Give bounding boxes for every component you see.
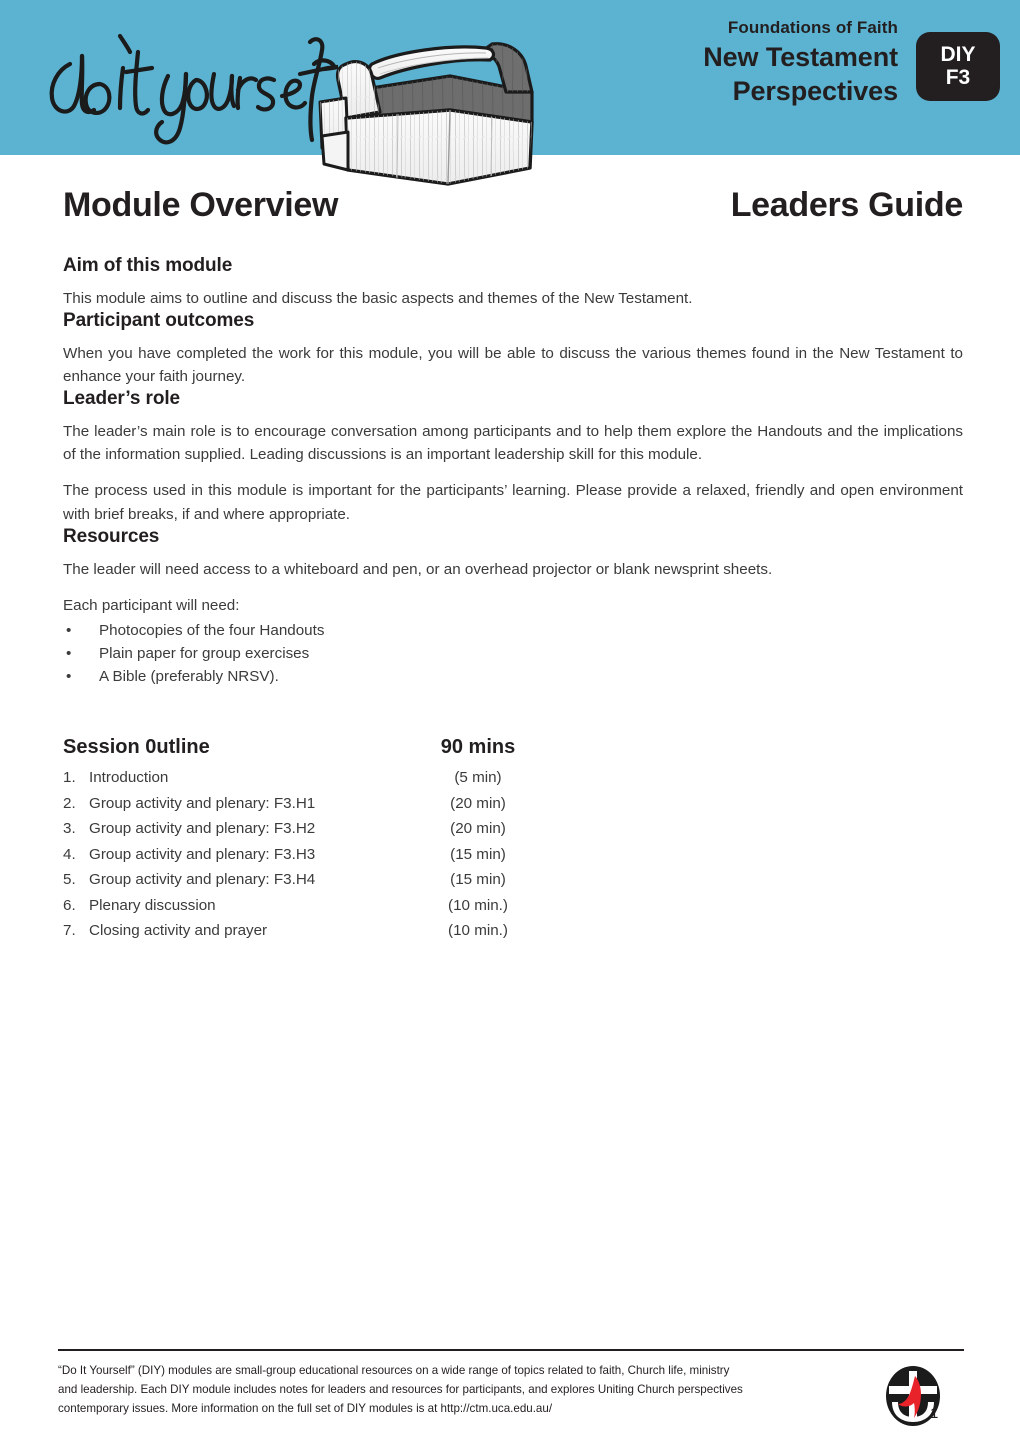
row-number: 2. — [63, 794, 76, 812]
header-title-line2: Perspectives — [732, 76, 899, 107]
page-number: 1 — [930, 1405, 939, 1422]
row-label: Group activity and plenary: F3.H2 — [89, 820, 316, 838]
page-title: Module Overview — [63, 186, 339, 224]
resources-paragraph: The leader will need access to a whitebo… — [63, 560, 773, 578]
session-outline-row: 3. Group activity and plenary: F3.H2 (20… — [63, 820, 963, 837]
session-total-duration: 90 mins — [440, 736, 516, 759]
row-duration: (10 min.) — [448, 896, 508, 914]
leader-role-paragraph-1: The leader’s main role is to encourage c… — [63, 423, 963, 464]
resources-list-intro: Each participant will need: — [63, 596, 240, 614]
row-number: 3. — [63, 820, 76, 838]
badge-label-code: F3 — [945, 65, 971, 89]
bullet-icon: • — [66, 621, 72, 639]
badge-label-diy: DIY — [940, 42, 976, 66]
session-outline-row: 1. Introduction (5 min) — [63, 769, 963, 786]
session-outline-heading: Session 0utline — [63, 736, 210, 759]
list-item-label: A Bible (preferably NRSV). — [99, 668, 279, 686]
footer-description: “Do It Yourself” (DIY) modules are small… — [58, 1362, 818, 1419]
header-title-block: Foundations of Faith New Testament Persp… — [458, 16, 898, 109]
row-number: 1. — [63, 769, 76, 787]
row-number: 7. — [63, 922, 76, 940]
footer-line-3: contemporary issues. More information on… — [58, 1401, 553, 1415]
header-title-line1: New Testament — [703, 41, 898, 72]
session-outline-row: 4. Group activity and plenary: F3.H3 (15… — [63, 846, 963, 863]
aim-paragraph: This module aims to outline and discuss … — [63, 290, 693, 307]
row-label: Group activity and plenary: F3.H1 — [89, 794, 316, 812]
row-label: Plenary discussion — [89, 896, 216, 914]
session-outline-row: 6. Plenary discussion (10 min.) — [63, 897, 963, 914]
page-footer: “Do It Yourself” (DIY) modules are small… — [58, 1349, 964, 1428]
row-label: Group activity and plenary: F3.H3 — [89, 845, 316, 863]
page-content: Module Overview Leaders Guide Aim of thi… — [63, 186, 963, 948]
diy-module-badge: DIY F3 — [916, 32, 1000, 101]
footer-divider — [58, 1349, 964, 1351]
session-outline: Session 0utline 90 mins 1. Introduction … — [63, 736, 963, 939]
row-number: 6. — [63, 896, 76, 914]
row-duration: (20 min) — [450, 820, 506, 838]
section-heading-resources: Resources — [63, 525, 160, 547]
row-label: Introduction — [89, 769, 169, 787]
list-item-label: Plain paper for group exercises — [99, 644, 310, 662]
list-item: • Photocopies of the four Handouts — [63, 619, 963, 642]
leader-role-paragraph-2: The process used in this module is impor… — [63, 482, 963, 523]
section-heading-leaders-role: Leader’s role — [63, 388, 180, 410]
row-duration: (15 min) — [450, 845, 506, 863]
session-outline-header: Session 0utline 90 mins — [63, 736, 963, 759]
row-duration: (5 min) — [454, 769, 502, 787]
guide-type-title: Leaders Guide — [730, 186, 964, 224]
list-item: • Plain paper for group exercises — [63, 642, 963, 665]
session-outline-row: 5. Group activity and plenary: F3.H4 (15… — [63, 871, 963, 888]
section-heading-participant-outcomes: Participant outcomes — [63, 310, 255, 332]
row-number: 4. — [63, 845, 76, 863]
list-item: • A Bible (preferably NRSV). — [63, 665, 963, 688]
header-kicker: Foundations of Faith — [727, 18, 898, 37]
row-duration: (10 min.) — [448, 922, 508, 940]
row-duration: (15 min) — [450, 871, 506, 889]
footer-content: “Do It Yourself” (DIY) modules are small… — [58, 1362, 964, 1428]
resources-list: • Photocopies of the four Handouts • Pla… — [63, 619, 963, 688]
row-label: Closing activity and prayer — [89, 922, 268, 940]
list-item-label: Photocopies of the four Handouts — [99, 621, 325, 639]
row-duration: (20 min) — [450, 794, 506, 812]
bullet-icon: • — [66, 668, 72, 686]
footer-line-2: and leadership. Each DIY module includes… — [58, 1382, 743, 1396]
session-outline-row: 7. Closing activity and prayer (10 min.) — [63, 922, 963, 939]
row-number: 5. — [63, 871, 76, 889]
outcomes-paragraph: When you have completed the work for thi… — [63, 345, 963, 386]
row-label: Group activity and plenary: F3.H4 — [89, 871, 316, 889]
bullet-icon: • — [66, 644, 72, 662]
session-outline-row: 2. Group activity and plenary: F3.H1 (20… — [63, 795, 963, 812]
section-heading-aim: Aim of this module — [63, 255, 233, 276]
footer-line-1: “Do It Yourself” (DIY) modules are small… — [58, 1364, 730, 1377]
